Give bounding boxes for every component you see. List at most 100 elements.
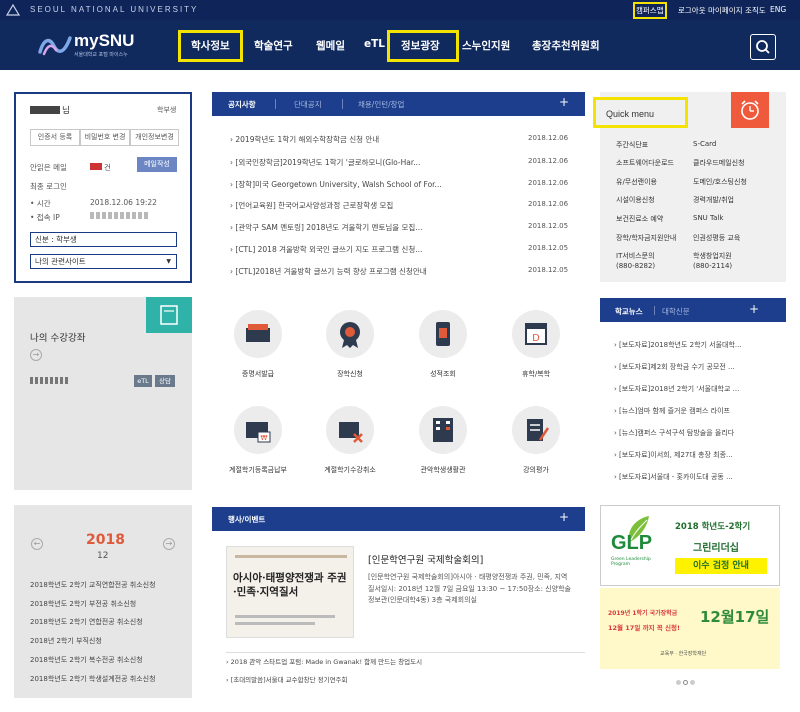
tab-univ-paper[interactable]: 대학신문 — [662, 306, 690, 317]
quick-item-lan[interactable]: 유/무선랜이용 — [616, 177, 657, 187]
quick-item-facility[interactable]: 시설이용신청 — [616, 195, 655, 205]
nav-president-committee[interactable]: 총장추천위원회 — [532, 38, 600, 53]
logout-link[interactable]: 로그아웃 — [678, 5, 706, 16]
news-item[interactable]: › [뉴스]엄마 함께 즐거운 캠퍼스 라이프 — [614, 406, 730, 416]
related-sites-select[interactable]: 나의 관련사이트 ▼ — [30, 254, 177, 269]
calendar-item[interactable]: 2018학년도 2학기 연합전공 취소신청 — [30, 617, 143, 627]
prev-month-button[interactable]: ← — [31, 538, 43, 550]
mypage-link[interactable]: 마이페이지 — [708, 5, 743, 16]
news-item[interactable]: › [보도자료]2018학년도 2학기 서울대학... — [614, 340, 742, 350]
nav-academic-info[interactable]: 학사정보 — [191, 38, 230, 53]
certificate-button[interactable] — [234, 310, 282, 358]
tab-events[interactable]: 행사/이벤트 — [228, 514, 265, 525]
quick-item-cloudmail[interactable]: 클라우드메일신청 — [693, 158, 745, 168]
course-cancel-label[interactable]: 계절학기수강취소 — [305, 465, 395, 475]
nav-snu-support[interactable]: 스누인지원 — [462, 38, 510, 53]
counsel-tag-button[interactable]: 상담 — [155, 375, 175, 387]
arrow-right-icon[interactable]: → — [30, 349, 42, 361]
calendar-item[interactable]: 2018학년도 2학기 교직연합전공 취소신청 — [30, 580, 156, 590]
nav-info-square[interactable]: 정보광장 — [401, 38, 440, 53]
snu-emblem-icon[interactable] — [6, 4, 20, 16]
campus-map-link[interactable]: 캠퍼스맵 — [633, 2, 667, 19]
evaluation-label[interactable]: 강의평가 — [491, 465, 581, 475]
course-name-redacted[interactable] — [30, 377, 70, 384]
calendar-item[interactable]: 2018학년도 2학기 학생설계전공 취소신청 — [30, 674, 156, 684]
quick-item-menu[interactable]: 주간식단표 — [616, 140, 648, 150]
scholarship-button[interactable] — [326, 310, 374, 358]
dormitory-button[interactable] — [419, 406, 467, 454]
nav-etl[interactable]: eTL — [364, 38, 385, 50]
unread-mail-unit: 건 — [104, 163, 111, 172]
event-link[interactable]: › 2018 관악 스타트업 포럼: Made in Gwanak! 함께 만드… — [226, 656, 422, 666]
search-button[interactable] — [750, 34, 776, 60]
calendar-item[interactable]: 2018학년도 2학기 복수전공 취소신청 — [30, 655, 143, 665]
event-link[interactable]: › [초대의말씀]서울대 교수합창단 정기연주회 — [226, 674, 348, 684]
university-name[interactable]: SEOUL NATIONAL UNIVERSITY — [30, 5, 198, 14]
courses-icon-tile[interactable] — [146, 297, 192, 333]
quick-item-it[interactable]: IT서비스문의 (880-8282) — [616, 251, 655, 271]
calendar-item[interactable]: 2018년 2학기 부직신청 — [30, 636, 102, 646]
personal-info-button[interactable]: 개인정보변경 — [130, 129, 179, 146]
news-item[interactable]: › [보도자료]2018년 2학기 '서울대학교 ... — [614, 384, 739, 394]
nav-webmail[interactable]: 웹메일 — [316, 38, 345, 53]
mysnu-logo[interactable]: mySNU 서울대학교 포털 마이스누 — [38, 31, 188, 61]
tab-notice[interactable]: 공지사항 — [228, 99, 256, 110]
org-chart-link[interactable]: 조직도 — [745, 5, 766, 16]
leave-return-button[interactable]: D — [512, 310, 560, 358]
notice-item[interactable]: › [CTL] 2018 겨울방학 외국인 글쓰기 지도 프로그램 신청... — [230, 244, 422, 255]
certificate-label[interactable]: 증명서발급 — [213, 369, 303, 379]
news-item[interactable]: › [뉴스]캠퍼스 구석구석 탐방술을 올리다 — [614, 428, 734, 438]
compose-mail-button[interactable]: 메일작성 — [137, 157, 177, 172]
scholarship-label[interactable]: 장학신청 — [305, 369, 395, 379]
cert-register-button[interactable]: 인증서 등록 — [30, 129, 80, 146]
scholar-line2: 12월 17일 까지 꼭 신청! — [608, 624, 680, 632]
news-item[interactable]: › [보도자료]서울대 - 홋카이도대 공동 ... — [614, 472, 733, 482]
next-month-button[interactable]: → — [163, 538, 175, 550]
quick-item-startup[interactable]: 학생창업지원 (880-2114) — [693, 251, 732, 271]
tab-recruit[interactable]: 채용/인턴/창업 — [358, 99, 404, 110]
glp-banner[interactable]: GLP Green Leadership Program 2018 학년도-2학… — [600, 505, 780, 586]
quick-item-scard[interactable]: S-Card — [693, 140, 716, 148]
nav-research[interactable]: 학술연구 — [254, 38, 293, 53]
calendar-item[interactable]: 2018학년도 2학기 부전공 취소신청 — [30, 599, 136, 609]
grades-button[interactable] — [419, 310, 467, 358]
notice-more-button[interactable]: + — [559, 95, 569, 109]
event-poster[interactable]: 아시아·태평양전쟁과 주권·민족·지역질서 — [226, 546, 354, 638]
event-more-button[interactable]: + — [559, 510, 569, 524]
quick-item-scholarship[interactable]: 장학/학자금지원안내 — [616, 233, 676, 243]
password-change-button[interactable]: 비밀번호 변경 — [80, 129, 130, 146]
tuition-label[interactable]: 계절학기등록금납부 — [213, 465, 303, 475]
course-cancel-button[interactable] — [326, 406, 374, 454]
quick-item-career[interactable]: 경력개발/취업 — [693, 195, 734, 205]
notice-item[interactable]: › 2019학년도 1학기 해외수학장학금 신청 안내 — [230, 134, 379, 145]
news-item[interactable]: › [보도자료]제2회 장학금 수기 공모전 ... — [614, 362, 735, 372]
news-more-button[interactable]: + — [749, 302, 759, 316]
quick-menu-tile[interactable] — [731, 92, 769, 128]
notice-item[interactable]: › [CTL]2018년 겨울방학 글쓰기 능력 향상 프로그램 신청안내 — [230, 266, 427, 277]
tuition-button[interactable]: ₩ — [234, 406, 282, 454]
notice-item[interactable]: › [언어교육원] 한국어교사양성과정 근로장학생 모집 — [230, 200, 393, 211]
quick-item-health[interactable]: 보건진료소 예약 — [616, 214, 663, 224]
quick-item-domain[interactable]: 도메인/호스팅신청 — [693, 177, 747, 187]
banner-pager-dot-active[interactable] — [683, 680, 688, 685]
notice-item[interactable]: › [외국인장학금]2019학년도 1학기 '글로하모니(Glo-Har... — [230, 157, 420, 168]
grades-label[interactable]: 성적조회 — [398, 369, 488, 379]
quick-item-software[interactable]: 소프트웨어다운로드 — [616, 158, 674, 168]
event-headline[interactable]: [인문학연구원 국제학술회의] — [368, 552, 483, 566]
leave-label[interactable]: 휴학/복학 — [491, 369, 581, 379]
notice-item[interactable]: › [장학]미국 Georgetown University, Walsh Sc… — [230, 179, 442, 190]
english-link[interactable]: ENG — [770, 5, 786, 14]
banner-pager-dot[interactable] — [690, 680, 695, 685]
etl-tag-button[interactable]: eTL — [134, 375, 152, 387]
quick-item-rights[interactable]: 인권성평등 교육 — [693, 233, 740, 243]
event-description: [인문학연구원 국제학술회의]아시아 · 태평양전쟁과 주권, 민족, 지역질서… — [368, 573, 571, 604]
tab-college-notice[interactable]: 단대공지 — [294, 99, 322, 110]
news-item[interactable]: › [보도자료]이서희, 제27대 총장 최종... — [614, 450, 733, 460]
national-scholarship-banner[interactable]: 2019년 1학기 국가장학금 12월 17일 까지 꼭 신청! 12월17일 … — [600, 588, 780, 669]
dormitory-label[interactable]: 관악학생생활관 — [398, 465, 488, 475]
banner-pager-dot[interactable] — [676, 680, 681, 685]
quick-item-snutalk[interactable]: SNU Talk — [693, 214, 723, 222]
tab-school-news[interactable]: 학교뉴스 — [615, 306, 643, 317]
notice-item[interactable]: › [관악구 SAM 멘토링] 2018년도 겨울학기 멘토님을 모집... — [230, 222, 423, 233]
evaluation-button[interactable] — [512, 406, 560, 454]
